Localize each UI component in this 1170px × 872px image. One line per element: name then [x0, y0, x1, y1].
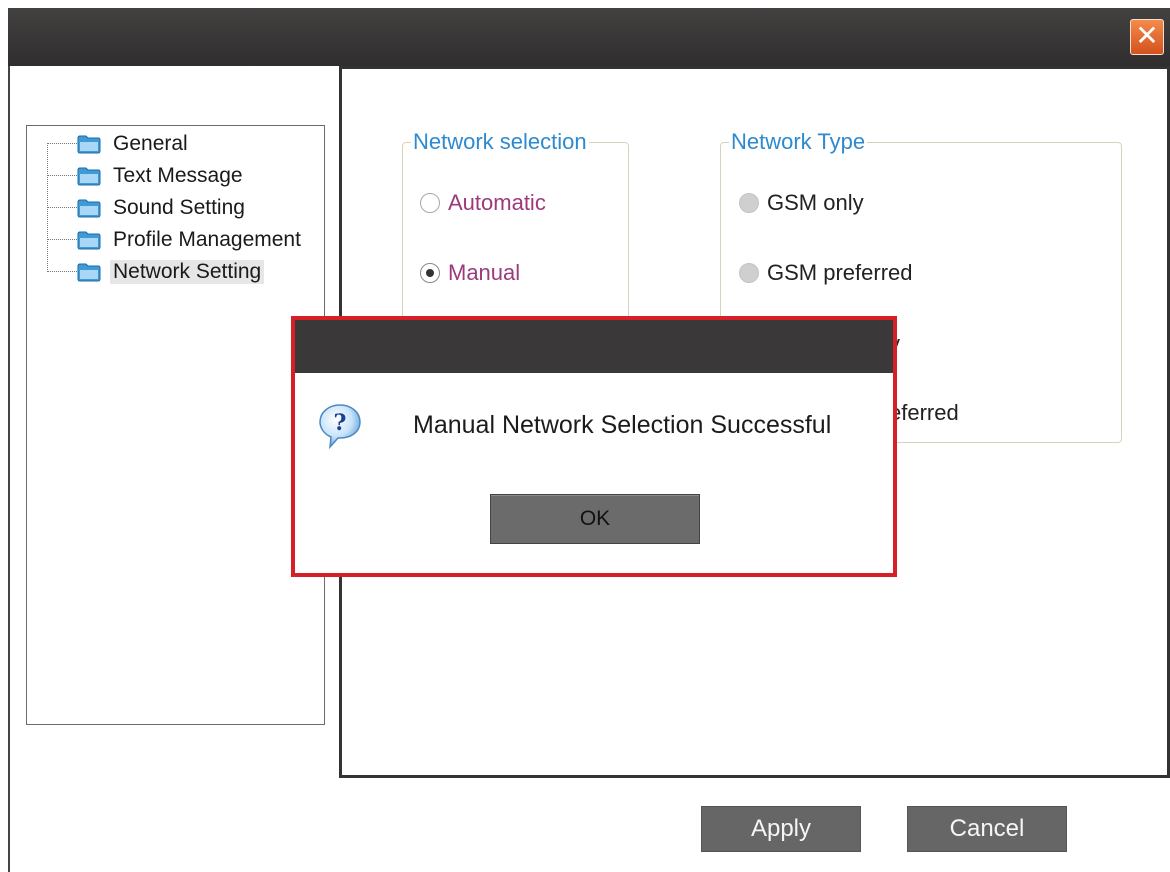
tree-connector [47, 207, 77, 208]
tree-connector [47, 239, 77, 240]
radio-button[interactable] [739, 193, 759, 213]
folder-icon [77, 135, 101, 154]
tree-item-network-setting[interactable]: Network Setting [47, 259, 317, 285]
radio-label: eferred [889, 400, 959, 425]
tree-item-label: Profile Management [113, 228, 301, 251]
dialog-message: Manual Network Selection Successful [413, 411, 832, 439]
radio-button[interactable] [420, 263, 440, 283]
tree-item-profile-management[interactable]: Profile Management [47, 227, 317, 253]
window-border [8, 66, 10, 872]
tree-item-sound-setting[interactable]: Sound Setting [47, 195, 317, 221]
radio-label: GSM preferred [767, 260, 913, 285]
close-button[interactable]: ✕ [1130, 19, 1164, 55]
ok-button[interactable]: OK [490, 494, 700, 544]
tree-connector [47, 175, 77, 176]
radio-label: Manual [448, 260, 521, 285]
tree-item-label: Sound Setting [113, 196, 245, 219]
radio-label: Automatic [448, 190, 546, 215]
folder-icon [77, 263, 101, 282]
radio-button[interactable] [739, 263, 759, 283]
tree-connector [47, 271, 77, 272]
tree-item-label: Text Message [113, 164, 243, 187]
question-icon: ? [319, 404, 361, 449]
radio-label: GSM only [767, 190, 864, 215]
tree-item-label: General [113, 132, 188, 155]
apply-button[interactable]: Apply [701, 806, 861, 852]
dialog-titlebar [295, 320, 893, 373]
tree-item-label: Network Setting [110, 260, 265, 284]
network-selection-legend: Network selection [413, 129, 587, 154]
folder-icon [77, 199, 101, 218]
tree-item-general[interactable]: General [47, 131, 317, 157]
confirmation-dialog: ? Manual Network Selection Successful OK [291, 316, 897, 577]
close-icon: ✕ [1135, 19, 1159, 52]
tree-connector [47, 143, 77, 144]
window-titlebar [8, 8, 1170, 66]
network-type-legend: Network Type [731, 129, 866, 154]
svg-text:?: ? [334, 410, 347, 436]
folder-icon [77, 167, 101, 186]
folder-icon [77, 231, 101, 250]
radio-button[interactable] [420, 193, 440, 213]
tree-item-text-message[interactable]: Text Message [47, 163, 317, 189]
cancel-button[interactable]: Cancel [907, 806, 1067, 852]
